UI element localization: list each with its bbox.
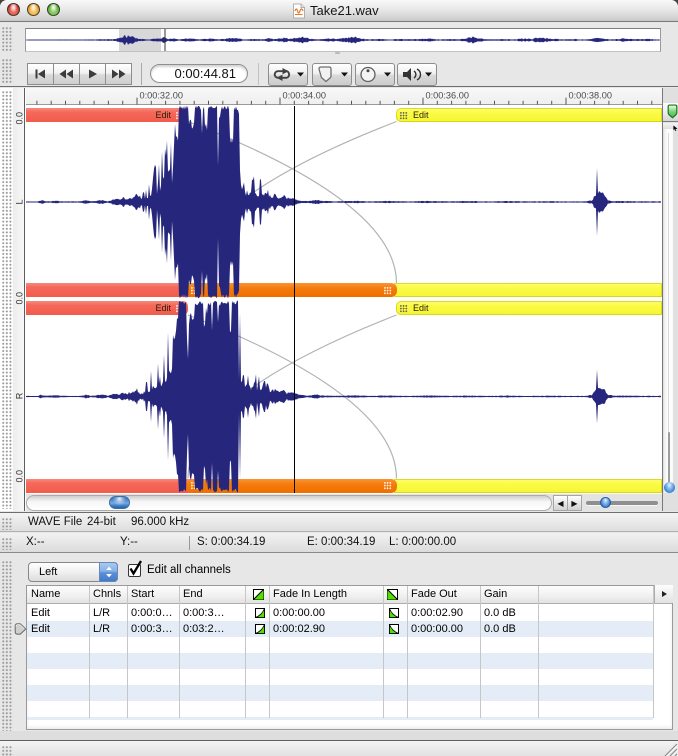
svg-text:0:00:34.00: 0:00:34.00 [283, 91, 326, 101]
svg-text:0:00:32.00: 0:00:32.00 [140, 91, 183, 101]
svg-text:0:00:36.00: 0:00:36.00 [426, 91, 469, 101]
svg-text:0:00:38.00: 0:00:38.00 [569, 91, 612, 101]
